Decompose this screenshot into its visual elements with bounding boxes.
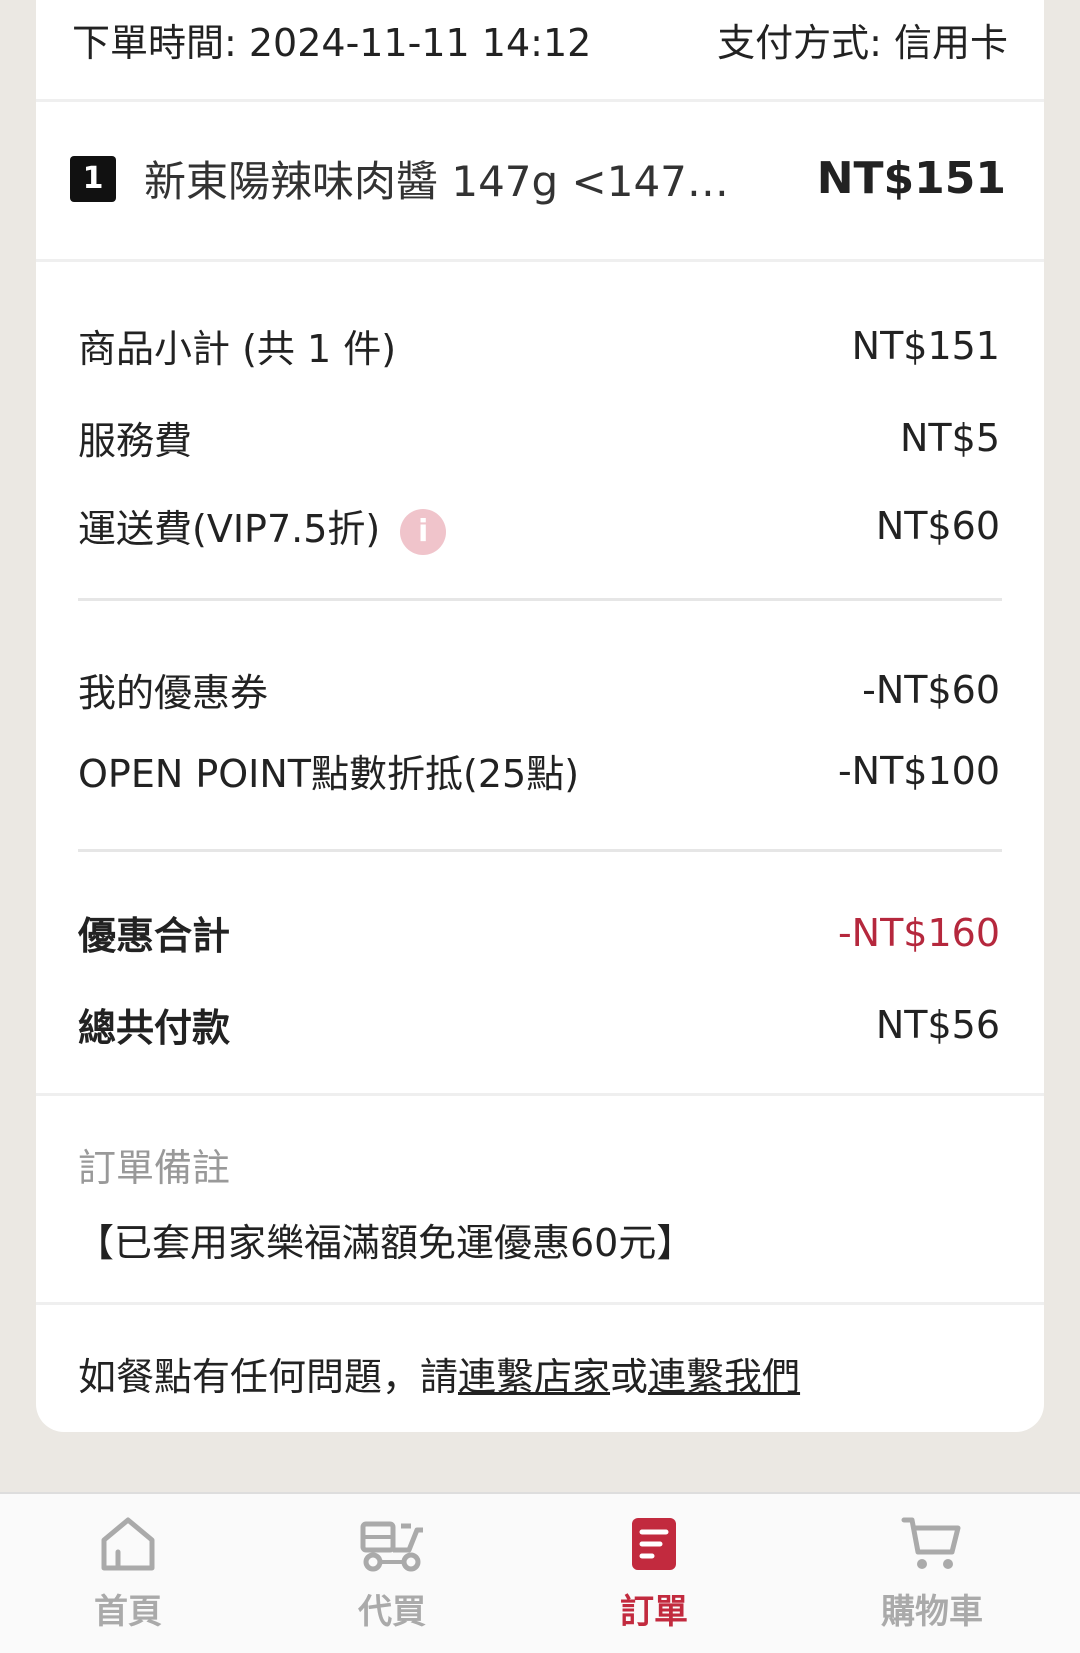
tab-cart[interactable]: 購物車 <box>852 1514 1012 1633</box>
item-price: NT$151 <box>816 153 1006 204</box>
order-time: 下單時間: 2024-11-11 14:12 <box>72 21 592 65</box>
grand-total-value: NT$56 <box>875 1002 1000 1047</box>
subtotal-value: NT$151 <box>851 323 1000 368</box>
help-prefix: 如餐點有任何問題，請 <box>78 1355 459 1399</box>
points-row: OPEN POINT點數折抵(25點) -NT$100 <box>78 743 1000 798</box>
subtotal-label: 商品小計 (共 1 件) <box>78 327 397 371</box>
separator <box>36 1093 1044 1096</box>
coupon-label: 我的優惠券 <box>78 671 269 715</box>
info-icon[interactable]: i <box>400 508 447 555</box>
service-fee-label: 服務費 <box>78 419 193 463</box>
service-fee-value: NT$5 <box>900 415 1000 460</box>
discount-total-value: -NT$160 <box>837 910 1000 955</box>
contact-us-link[interactable]: 連繫我們 <box>648 1355 800 1399</box>
coupon-value: -NT$60 <box>862 667 1000 712</box>
separator <box>36 1302 1044 1305</box>
order-note-title: 訂單備註 <box>78 1146 231 1190</box>
discount-total-row: 優惠合計 -NT$160 <box>78 905 1000 960</box>
tab-label: 訂單 <box>620 1592 688 1632</box>
tab-label: 首頁 <box>94 1592 162 1632</box>
points-value: -NT$100 <box>837 748 1000 793</box>
bottom-tab-bar: 首頁 代買 訂單 購物車 <box>0 1492 1080 1653</box>
help-text: 如餐點有任何問題，請連繫店家或連繫我們 <box>78 1346 800 1401</box>
divider <box>78 598 1002 601</box>
order-icon <box>632 1518 676 1570</box>
grand-total-row: 總共付款 NT$56 <box>78 997 1000 1052</box>
item-name: 新東陽辣味肉醬 147g <147g... <box>144 157 744 206</box>
delivery-scooter-icon <box>360 1521 423 1572</box>
item-quantity-badge: 1 <box>70 155 116 202</box>
tab-label: 代買 <box>358 1592 426 1632</box>
shipping-fee-label: 運送費(VIP7.5折) <box>78 507 381 551</box>
discount-total-label: 優惠合計 <box>78 914 231 958</box>
points-label: OPEN POINT點數折抵(25點) <box>78 752 580 796</box>
grand-total-label: 總共付款 <box>78 1006 231 1050</box>
order-detail-card: 下單時間: 2024-11-11 14:12 支付方式: 信用卡 1 新東陽辣味… <box>36 0 1044 1432</box>
tab-home[interactable]: 首頁 <box>48 1514 208 1633</box>
order-meta-row: 下單時間: 2024-11-11 14:12 支付方式: 信用卡 <box>72 12 1008 67</box>
tab-orders[interactable]: 訂單 <box>574 1514 734 1633</box>
coupon-row: 我的優惠券 -NT$60 <box>78 662 1000 717</box>
separator <box>36 259 1044 262</box>
shipping-fee-value: NT$60 <box>875 504 1000 549</box>
separator <box>36 99 1044 102</box>
divider <box>78 849 1002 852</box>
contact-store-link[interactable]: 連繫店家 <box>458 1355 610 1399</box>
shipping-fee-row: 運送費(VIP7.5折) i NT$60 <box>78 498 1000 555</box>
tab-delivery[interactable]: 代買 <box>312 1514 472 1633</box>
service-fee-row: 服務費 NT$5 <box>78 410 1000 465</box>
order-item[interactable]: 1 新東陽辣味肉醬 147g <147g... NT$151 <box>70 148 1006 209</box>
help-middle: 或 <box>610 1355 649 1399</box>
payment-method: 支付方式: 信用卡 <box>717 21 1008 65</box>
tab-label: 購物車 <box>881 1592 983 1632</box>
order-note-text: 【已套用家樂福滿額免運優惠60元】 <box>76 1221 695 1265</box>
subtotal-row: 商品小計 (共 1 件) NT$151 <box>78 318 1000 373</box>
home-icon <box>101 1517 155 1571</box>
shipping-fee-label-wrap: 運送費(VIP7.5折) i <box>78 498 447 555</box>
cart-icon <box>901 1517 961 1569</box>
